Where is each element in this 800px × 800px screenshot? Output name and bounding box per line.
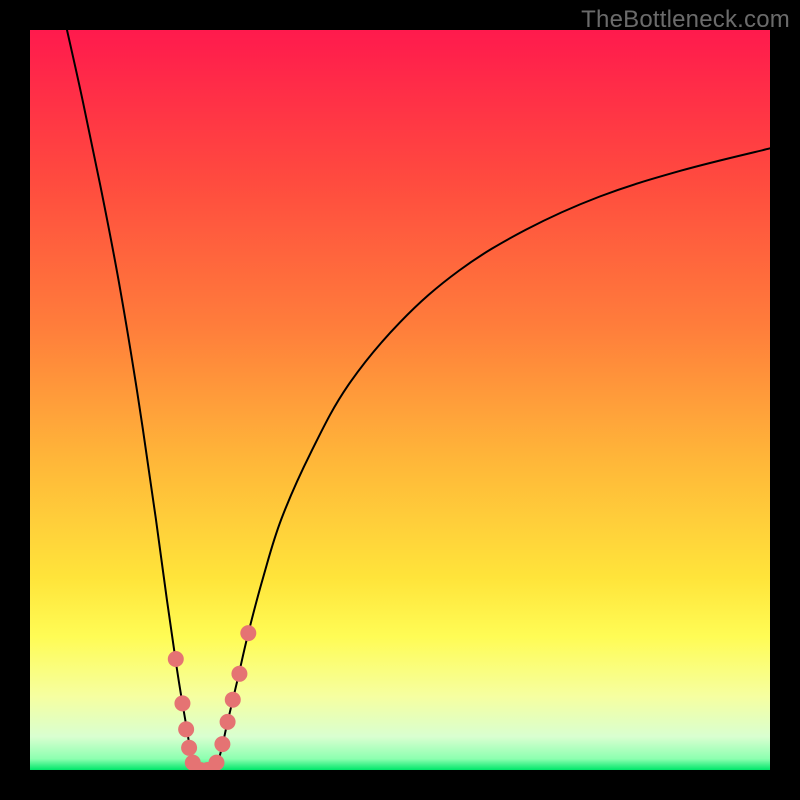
datapoint bbox=[178, 721, 194, 737]
datapoint bbox=[225, 692, 241, 708]
chart-svg bbox=[30, 30, 770, 770]
datapoint bbox=[231, 666, 247, 682]
watermark-text: TheBottleneck.com bbox=[581, 6, 790, 34]
chart-frame: TheBottleneck.com bbox=[0, 0, 800, 800]
datapoint bbox=[240, 625, 256, 641]
datapoint bbox=[168, 651, 184, 667]
gradient-background bbox=[30, 30, 770, 770]
datapoint bbox=[181, 740, 197, 756]
datapoint bbox=[214, 736, 230, 752]
datapoint bbox=[208, 755, 224, 770]
plot-area bbox=[30, 30, 770, 770]
datapoint bbox=[220, 714, 236, 730]
datapoint bbox=[174, 695, 190, 711]
